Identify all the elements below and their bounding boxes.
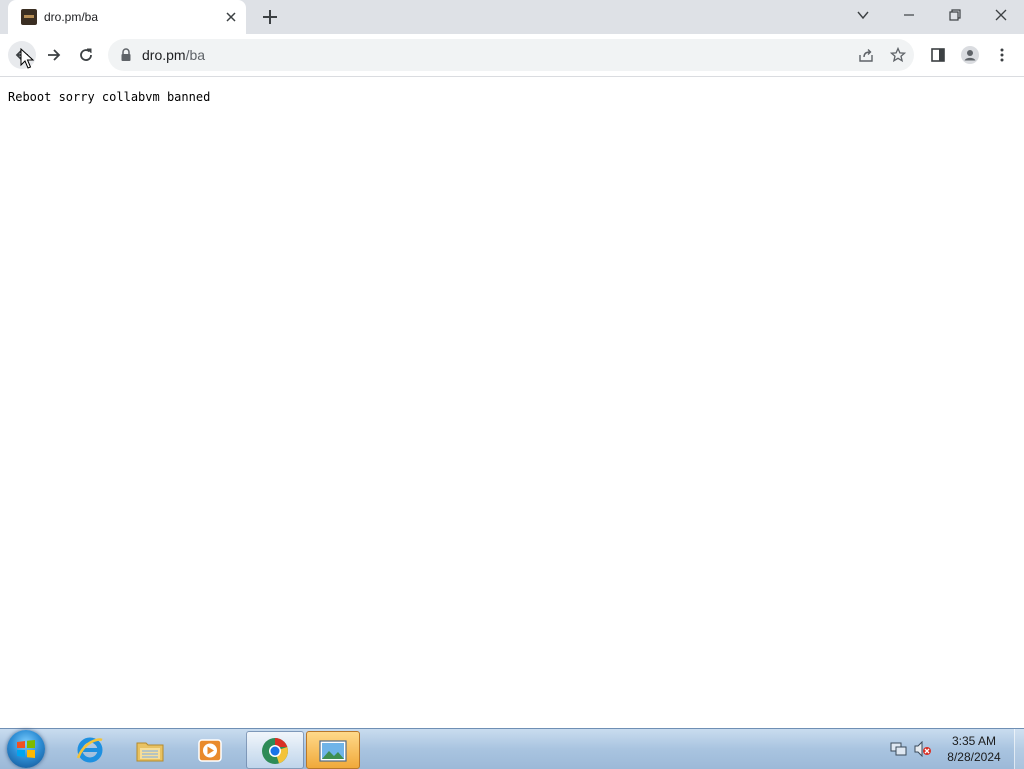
side-panel-button[interactable] bbox=[924, 41, 952, 69]
close-icon bbox=[226, 12, 236, 22]
restore-button[interactable] bbox=[932, 0, 978, 30]
taskbar-internet-explorer[interactable] bbox=[62, 731, 118, 767]
restore-icon bbox=[949, 9, 961, 21]
lock-icon bbox=[121, 48, 131, 61]
taskbar-windows-explorer[interactable] bbox=[122, 731, 178, 767]
photo-viewer-icon bbox=[319, 740, 347, 762]
internet-explorer-icon bbox=[76, 737, 103, 763]
minimize-icon bbox=[904, 14, 914, 16]
address-bar[interactable]: dro.pm/ba bbox=[108, 39, 914, 71]
tab-search-button[interactable] bbox=[840, 0, 886, 30]
profile-button[interactable] bbox=[956, 41, 984, 69]
page-body-text: Reboot sorry collabvm banned bbox=[8, 90, 211, 104]
media-player-icon bbox=[198, 739, 222, 762]
url-text[interactable]: dro.pm/ba bbox=[142, 47, 205, 63]
tab-strip: dro.pm/ba bbox=[0, 0, 1024, 34]
avatar-icon bbox=[961, 46, 979, 64]
tab-active[interactable]: dro.pm/ba bbox=[8, 0, 246, 34]
menu-button[interactable] bbox=[988, 41, 1016, 69]
windows-logo-icon bbox=[17, 740, 35, 758]
reload-icon bbox=[80, 48, 92, 61]
taskbar-media-player[interactable] bbox=[182, 731, 238, 767]
close-icon bbox=[995, 9, 1007, 21]
network-icon[interactable] bbox=[890, 741, 908, 757]
more-vertical-icon bbox=[1000, 48, 1004, 62]
chrome-icon bbox=[262, 738, 288, 764]
arrow-right-icon bbox=[48, 49, 61, 61]
tab-close-button[interactable] bbox=[222, 8, 240, 26]
url-host: dro.pm bbox=[142, 47, 186, 63]
new-tab-button[interactable] bbox=[259, 6, 281, 28]
show-desktop-button[interactable] bbox=[1014, 729, 1024, 769]
start-button[interactable] bbox=[7, 730, 45, 768]
page-content: Reboot sorry collabvm banned bbox=[0, 77, 1024, 728]
share-icon[interactable] bbox=[858, 47, 874, 63]
volume-muted-icon[interactable] bbox=[914, 741, 932, 757]
taskbar-clock[interactable]: 3:35 AM 8/28/2024 bbox=[938, 733, 1010, 765]
star-icon[interactable] bbox=[890, 47, 906, 63]
close-window-button[interactable] bbox=[978, 0, 1024, 30]
clock-time: 3:35 AM bbox=[951, 734, 997, 748]
plus-icon bbox=[263, 10, 277, 24]
side-panel-icon bbox=[931, 48, 945, 62]
taskbar: 3:35 AM 8/28/2024 bbox=[0, 728, 1024, 769]
taskbar-chrome[interactable] bbox=[246, 731, 304, 769]
forward-button[interactable] bbox=[40, 41, 68, 69]
folder-icon bbox=[136, 742, 164, 762]
tab-title: dro.pm/ba bbox=[44, 10, 99, 24]
minimize-button[interactable] bbox=[886, 0, 932, 30]
url-path: /ba bbox=[185, 47, 206, 63]
reload-button[interactable] bbox=[72, 41, 100, 69]
mouse-cursor-icon bbox=[20, 48, 34, 69]
taskbar-photo-viewer[interactable] bbox=[306, 731, 360, 769]
site-favicon-icon bbox=[21, 9, 37, 25]
browser-toolbar: dro.pm/ba bbox=[0, 34, 1024, 77]
clock-date: 8/28/2024 bbox=[947, 750, 1001, 764]
chevron-down-icon bbox=[857, 11, 869, 20]
